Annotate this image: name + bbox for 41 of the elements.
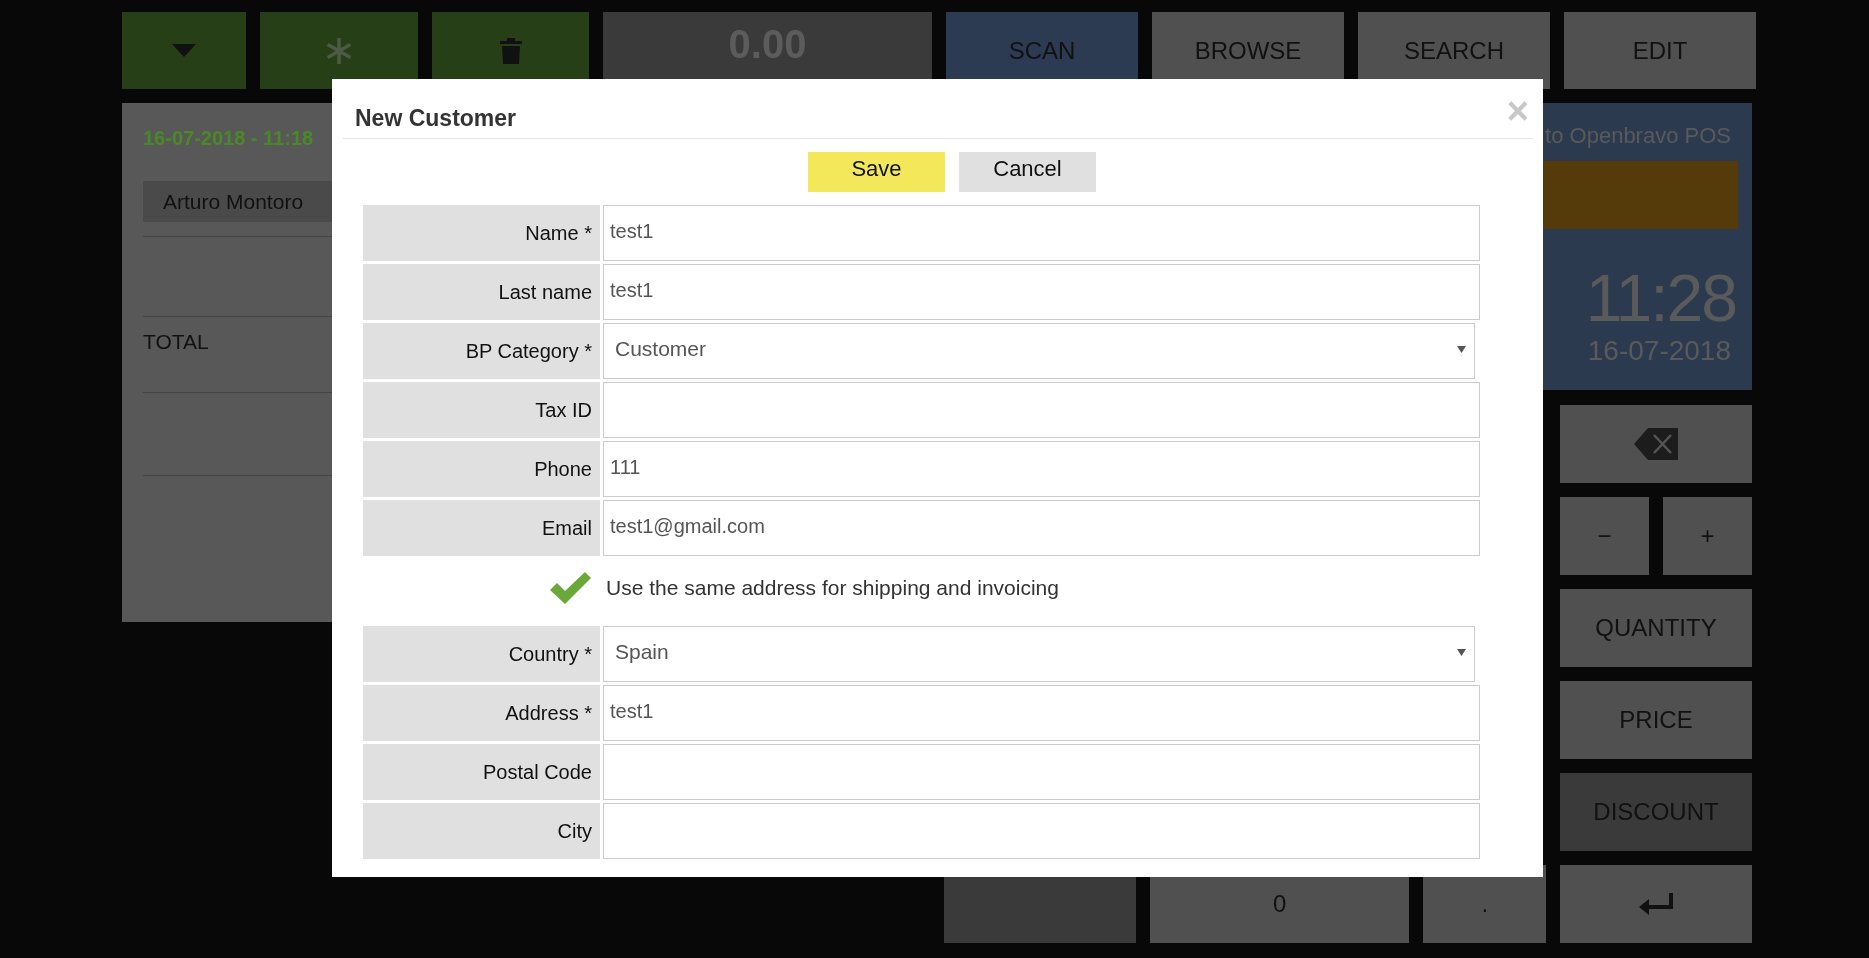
input-field[interactable]: 111 bbox=[603, 441, 1480, 497]
backspace-icon bbox=[1634, 428, 1678, 460]
select-field[interactable]: Customer bbox=[603, 323, 1475, 379]
input-field[interactable]: test1@gmail.com bbox=[603, 500, 1480, 556]
field-label: Tax ID bbox=[363, 382, 600, 438]
backspace-key[interactable] bbox=[1560, 405, 1752, 483]
field-label: BP Category * bbox=[363, 323, 600, 379]
asterisk-icon bbox=[325, 36, 353, 65]
dialog-title: New Customer bbox=[355, 105, 517, 132]
enter-icon bbox=[1639, 893, 1674, 915]
field-label: Last name bbox=[363, 264, 600, 320]
input-field[interactable] bbox=[603, 744, 1480, 800]
input-field[interactable]: test1 bbox=[603, 685, 1480, 741]
input-field[interactable]: test1 bbox=[603, 264, 1480, 320]
field-label: Address * bbox=[363, 685, 600, 741]
input-field[interactable]: test1 bbox=[603, 205, 1480, 261]
caret-icon bbox=[172, 43, 196, 58]
caret-icon bbox=[1457, 345, 1466, 353]
trash-icon bbox=[499, 37, 522, 64]
toolbar-tab[interactable]: EDIT bbox=[1564, 12, 1756, 89]
select-field[interactable]: Spain bbox=[603, 626, 1475, 682]
input-field[interactable] bbox=[603, 382, 1480, 438]
asterisk-button[interactable] bbox=[260, 12, 418, 89]
field-label: Country * bbox=[363, 626, 600, 682]
keypad-key[interactable]: + bbox=[1663, 497, 1752, 575]
save-button[interactable]: Save bbox=[808, 152, 945, 192]
field-label: Phone bbox=[363, 441, 600, 497]
field-label: Name * bbox=[363, 205, 600, 261]
field-label: Postal Code bbox=[363, 744, 600, 800]
checkmark-icon[interactable] bbox=[548, 570, 592, 606]
input-field[interactable] bbox=[603, 803, 1480, 859]
keypad-key[interactable]: − bbox=[1560, 497, 1649, 575]
total-label: TOTAL bbox=[143, 329, 209, 355]
close-button[interactable]: × bbox=[1506, 95, 1529, 127]
cancel-button[interactable]: Cancel bbox=[959, 152, 1096, 192]
checkbox-label: Use the same address for shipping and invoicing bbox=[606, 576, 1059, 600]
field-label: Email bbox=[363, 500, 600, 556]
caret-icon bbox=[1457, 648, 1466, 656]
field-label: City bbox=[363, 803, 600, 859]
keypad-key[interactable]: PRICE bbox=[1560, 681, 1752, 759]
keypad-key[interactable]: QUANTITY bbox=[1560, 589, 1752, 667]
